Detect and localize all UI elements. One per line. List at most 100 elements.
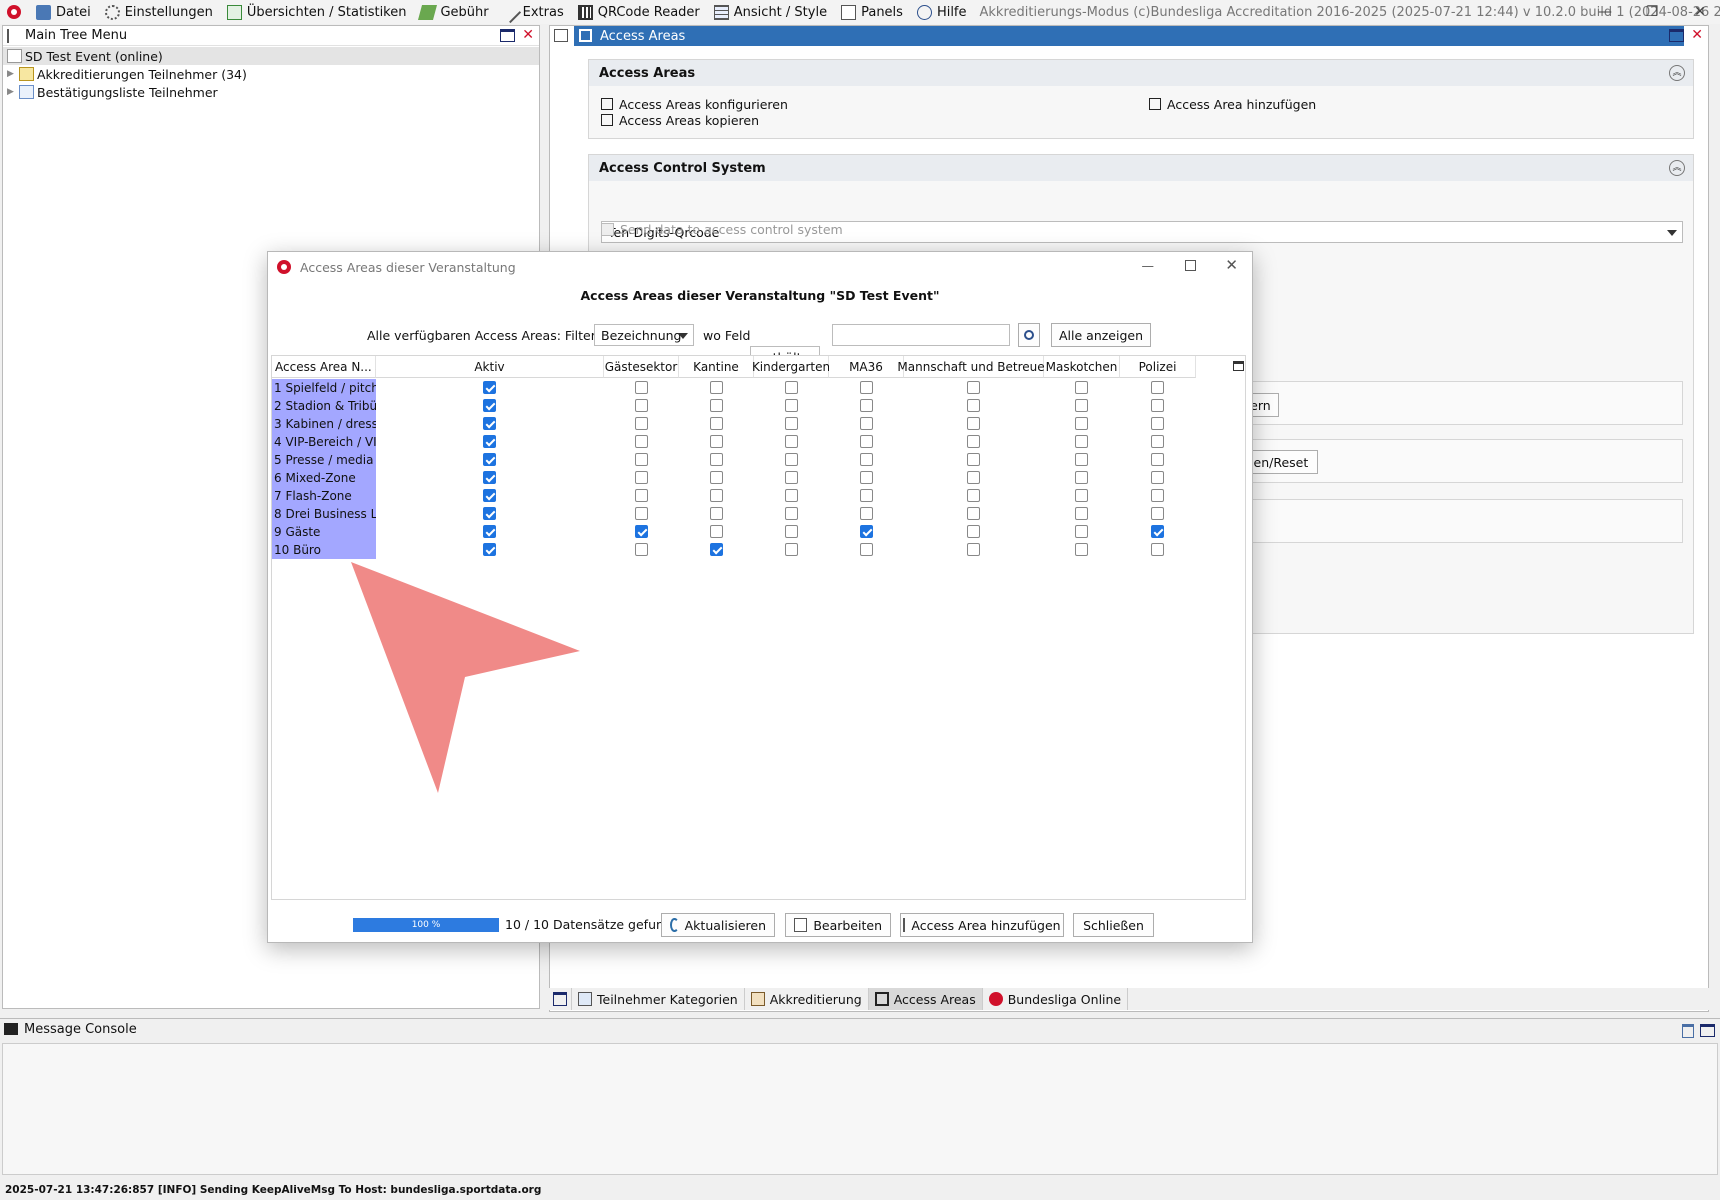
checkbox[interactable] [483,417,496,430]
link-copy-access-areas[interactable]: Access Areas kopieren [601,112,759,128]
collapse-icon[interactable]: ︽ [1669,65,1685,81]
checkbox[interactable] [785,525,798,538]
col-aktiv[interactable]: Aktiv [376,356,604,378]
table-row[interactable]: 3 Kabinen / dressi... [272,415,1245,433]
checkbox[interactable] [483,471,496,484]
menu-hilfe[interactable]: Hilfe [910,0,974,24]
checkbox[interactable] [785,435,798,448]
search-input[interactable] [832,324,1010,346]
checkbox[interactable] [1075,489,1088,502]
col-polizei[interactable]: Polizei [1120,356,1196,378]
col-kantine[interactable]: Kantine [679,356,754,378]
checkbox[interactable] [1151,489,1164,502]
checkbox[interactable] [635,399,648,412]
area-name-cell[interactable]: 4 VIP-Bereich / VI... [272,433,376,451]
checkbox[interactable] [785,543,798,556]
tree-item-akkreditierungen[interactable]: ▶ Akkreditierungen Teilnehmer (34) [3,65,539,83]
checkbox[interactable] [1075,507,1088,520]
tab-switch-panel[interactable] [549,988,572,1010]
send-data-checkbox-row[interactable]: Send data to access control system [601,221,843,237]
table-row[interactable]: 1 Spielfeld / pitch [272,379,1245,397]
checkbox[interactable] [1075,471,1088,484]
checkbox[interactable] [967,381,980,394]
close-panel-icon[interactable]: ✕ [522,27,534,43]
checkbox[interactable] [785,399,798,412]
checkbox[interactable] [710,399,723,412]
checkbox[interactable] [601,222,614,236]
checkbox[interactable] [483,525,496,538]
checkbox[interactable] [635,417,648,430]
checkbox[interactable] [710,525,723,538]
checkbox[interactable] [967,471,980,484]
checkbox[interactable] [710,435,723,448]
menu-ansicht-style[interactable]: Ansicht / Style [707,0,834,24]
checkbox[interactable] [710,543,723,556]
tree-item-event[interactable]: SD Test Event (online) [3,47,539,65]
link-configure-access-areas[interactable]: Access Areas konfigurieren [601,96,788,112]
checkbox[interactable] [483,453,496,466]
tab-akkreditierung[interactable]: Akkreditierung [745,988,869,1010]
panel-switch-icon[interactable] [554,29,568,42]
table-row[interactable]: 7 Flash-Zone [272,487,1245,505]
checkbox[interactable] [860,489,873,502]
checkbox[interactable] [483,399,496,412]
search-button[interactable] [1018,323,1040,347]
checkbox[interactable] [785,381,798,394]
checkbox[interactable] [1075,525,1088,538]
checkbox[interactable] [710,507,723,520]
checkbox[interactable] [1151,507,1164,520]
restore-icon[interactable]: ❐ [1640,2,1664,22]
checkbox[interactable] [860,471,873,484]
area-name-cell[interactable]: 1 Spielfeld / pitch [272,379,376,397]
checkbox[interactable] [635,525,648,538]
table-row[interactable]: 10 Büro [272,541,1245,559]
refresh-button[interactable]: Aktualisieren [661,913,775,937]
checkbox[interactable] [635,507,648,520]
checkbox[interactable] [1151,399,1164,412]
checkbox[interactable] [710,471,723,484]
checkbox[interactable] [785,417,798,430]
checkbox[interactable] [483,381,496,394]
checkbox[interactable] [1075,543,1088,556]
checkbox[interactable] [635,381,648,394]
col-maskotchen[interactable]: Maskotchen [1044,356,1120,378]
checkbox[interactable] [1151,525,1164,538]
col-access-area-name[interactable]: Access Area N...▲ [272,356,382,378]
checkbox[interactable] [710,381,723,394]
edit-button[interactable]: Bearbeiten [785,913,891,937]
checkbox[interactable] [785,489,798,502]
menu-uebersichten[interactable]: Übersichten / Statistiken [220,0,414,24]
checkbox[interactable] [635,489,648,502]
checkbox[interactable] [1151,471,1164,484]
checkbox[interactable] [1075,453,1088,466]
checkbox[interactable] [967,489,980,502]
minimize-icon[interactable]: — [1142,258,1155,273]
tab-bundesliga-online[interactable]: Bundesliga Online [983,988,1129,1010]
table-row[interactable]: 9 Gäste [272,523,1245,541]
area-name-cell[interactable]: 7 Flash-Zone [272,487,376,505]
menu-extras[interactable]: Extras [496,0,571,24]
checkbox[interactable] [710,489,723,502]
minimize-icon[interactable]: — [1593,2,1617,22]
link-add-access-area[interactable]: Access Area hinzufügen [1149,96,1316,112]
maximize-panel-icon[interactable] [1669,29,1684,42]
collapse-icon[interactable]: ︽ [1669,160,1685,176]
maximize-panel-icon[interactable] [500,29,515,42]
col-gaestesektor[interactable]: Gästesektor [604,356,679,378]
col-kindergarten[interactable]: Kindergarten [752,356,830,378]
checkbox[interactable] [710,417,723,430]
menu-einstellungen[interactable]: Einstellungen [98,0,220,24]
checkbox[interactable] [1075,435,1088,448]
checkbox[interactable] [967,399,980,412]
close-icon[interactable]: ✕ [1688,2,1712,22]
checkbox[interactable] [483,435,496,448]
checkbox[interactable] [967,543,980,556]
col-ma36[interactable]: MA36 [829,356,904,378]
checkbox[interactable] [483,543,496,556]
tab-access-areas[interactable]: Access Areas [868,988,983,1010]
checkbox[interactable] [1075,399,1088,412]
menu-panels[interactable]: Panels [834,0,910,24]
checkbox[interactable] [635,453,648,466]
close-button[interactable]: Schließen [1073,913,1154,937]
checkbox[interactable] [860,399,873,412]
